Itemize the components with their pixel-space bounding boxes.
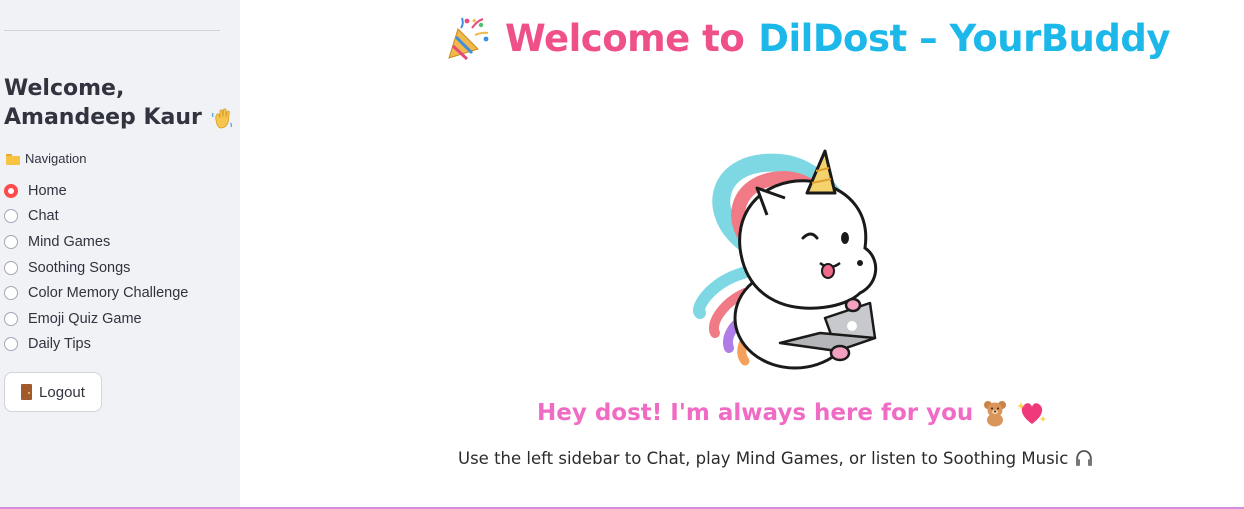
instruction-text: Use the left sidebar to Chat, play Mind …	[458, 448, 1094, 468]
nav-option-label: Emoji Quiz Game	[28, 310, 142, 327]
welcome-line-1: Welcome,	[4, 76, 125, 101]
instruction-text-content: Use the left sidebar to Chat, play Mind …	[458, 448, 1069, 468]
headphones-icon	[1076, 450, 1093, 466]
title-app-name: DilDost – YourBuddy	[758, 16, 1170, 60]
nav-option-daily-tips[interactable]: Daily Tips	[4, 332, 188, 358]
sidebar-divider	[4, 30, 220, 31]
logout-button[interactable]: Logout	[4, 372, 102, 412]
page-title: Welcome to DilDost – YourBuddy	[445, 12, 1170, 64]
main-content: Welcome to DilDost – YourBuddy Hey dost!…	[240, 0, 1244, 509]
sparkling-heart-icon	[1017, 402, 1047, 424]
app: Welcome, Amandeep Kaur Navigation Home C…	[0, 0, 1244, 509]
logout-label: Logout	[39, 383, 85, 401]
waving-hand-icon	[211, 107, 232, 128]
radio-button[interactable]	[4, 209, 18, 224]
nav-option-label: Soothing Songs	[28, 259, 131, 276]
radio-button[interactable]	[4, 337, 18, 352]
navigation-label: Navigation	[6, 151, 86, 166]
tagline-text: Hey dost! I'm always here for you	[537, 400, 974, 426]
nav-option-label: Mind Games	[28, 233, 111, 250]
sidebar: Welcome, Amandeep Kaur Navigation Home C…	[0, 0, 240, 509]
radio-button[interactable]	[4, 286, 18, 301]
radio-button-selected[interactable]	[4, 183, 18, 198]
radio-button[interactable]	[4, 234, 18, 249]
nav-option-soothing-songs[interactable]: Soothing Songs	[4, 255, 188, 281]
folder-icon	[6, 153, 21, 165]
navigation-label-text: Navigation	[25, 151, 87, 166]
nav-option-mind-games[interactable]: Mind Games	[4, 229, 188, 255]
nav-option-label: Home	[28, 182, 67, 199]
nav-option-home[interactable]: Home	[4, 178, 188, 204]
nav-option-emoji-quiz-game[interactable]: Emoji Quiz Game	[4, 306, 188, 332]
welcome-line-2: Amandeep Kaur	[4, 103, 234, 132]
sidebar-top-cutoff	[4, 0, 219, 2]
party-popper-icon	[448, 17, 489, 61]
title-welcome-to: Welcome to	[505, 16, 745, 60]
unicorn-laptop-illustration	[693, 149, 878, 370]
nav-option-label: Chat	[28, 208, 59, 225]
radio-button[interactable]	[4, 260, 18, 275]
welcome-user-name: Amandeep Kaur	[4, 105, 202, 130]
nav-option-label: Daily Tips	[28, 336, 91, 353]
door-icon	[21, 384, 33, 400]
radio-button[interactable]	[4, 311, 18, 326]
welcome-heading: Welcome, Amandeep Kaur	[4, 74, 234, 132]
navigation-radio-group: Home Chat Mind Games Soothing Songs Colo…	[4, 178, 188, 357]
tagline: Hey dost! I'm always here for you	[537, 396, 1047, 430]
teddy-bear-icon	[984, 401, 1007, 427]
nav-option-color-memory-challenge[interactable]: Color Memory Challenge	[4, 280, 188, 306]
nav-option-label: Color Memory Challenge	[28, 285, 189, 302]
nav-option-chat[interactable]: Chat	[4, 204, 188, 230]
